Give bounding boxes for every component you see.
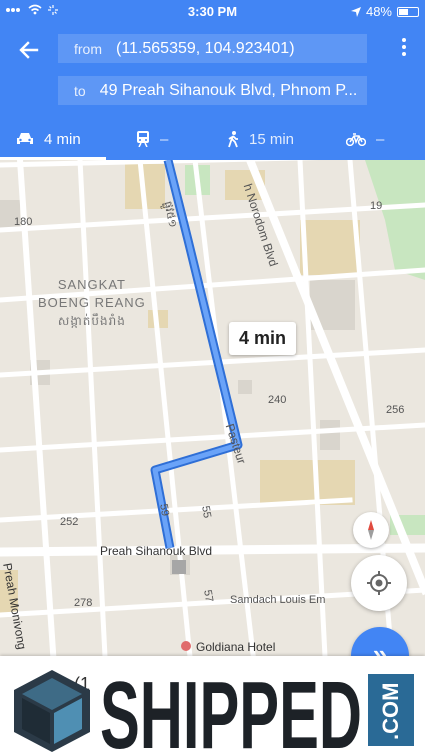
map-number-5: 252 <box>60 516 79 528</box>
crosshair-icon <box>367 571 391 595</box>
transit-time: – <box>160 130 169 148</box>
eta-bubble[interactable]: 4 min <box>229 322 297 355</box>
district-line-2: BOENG REANG <box>38 295 146 310</box>
watermark-brand: SHIPPED <box>100 662 362 756</box>
origin-value: (11.565359, 104.923401) <box>116 39 295 57</box>
car-icon <box>17 133 33 144</box>
destination-value: 49 Preah Sihanouk Blvd, Phnom P... <box>99 81 358 99</box>
map-number-9: 57 <box>201 588 216 604</box>
battery-icon <box>397 6 419 17</box>
compass-icon <box>368 520 374 540</box>
walk-icon <box>228 130 238 147</box>
place-goldiana: Goldiana Hotel <box>196 640 276 654</box>
map-number-8: 278 <box>74 597 93 609</box>
tab-transit[interactable]: – <box>136 118 168 160</box>
status-bar: 3:30 PM 48% <box>0 0 425 22</box>
battery-percent: 48% <box>365 4 392 19</box>
my-location-button[interactable] <box>351 555 407 611</box>
street-sihanouk: Preah Sihanouk Blvd <box>100 544 213 558</box>
district-line-1: SANGKAT <box>57 277 126 292</box>
bike-icon <box>346 133 366 146</box>
origin-field[interactable]: from (11.565359, 104.923401) <box>58 34 367 63</box>
arrow-back-icon <box>19 41 39 59</box>
street-samdach: Samdach Louis Em <box>230 594 326 606</box>
map-number-1: 180 <box>14 216 33 228</box>
map-number-6: 55 <box>199 504 214 520</box>
back-button[interactable] <box>14 36 44 64</box>
drive-time: 4 min <box>44 130 81 148</box>
hotel-pin-icon <box>181 641 191 651</box>
map-number-3: 240 <box>268 394 287 406</box>
compass-button[interactable] <box>353 512 389 548</box>
destination-label: to <box>74 82 86 99</box>
tab-drive[interactable]: 4 min <box>0 118 106 160</box>
map-number-4: 256 <box>386 404 405 416</box>
map-number-2: 19 <box>370 200 383 212</box>
bike-time: – <box>376 130 385 148</box>
train-icon <box>137 131 149 147</box>
map-number-7: 59 <box>157 502 172 518</box>
tab-walk[interactable]: 15 min <box>227 118 294 160</box>
watermark-suffix: .COM <box>378 683 403 740</box>
shipped-logo: SHIPPED .COM <box>14 662 414 756</box>
location-arrow-icon <box>350 6 361 17</box>
more-vert-icon <box>402 38 406 42</box>
origin-label: from <box>74 40 102 57</box>
travel-mode-tabs: 4 min – 15 min – <box>0 118 425 160</box>
directions-header: from (11.565359, 104.923401) to 49 Preah… <box>0 22 425 160</box>
walk-time: 15 min <box>249 130 295 148</box>
tab-bike[interactable]: – <box>346 118 384 160</box>
district-khmer: សង្កាត់បឹងរាំង <box>57 314 126 328</box>
destination-field[interactable]: to 49 Preah Sihanouk Blvd, Phnom P... <box>58 76 367 105</box>
watermark-logo: SHIPPED .COM <box>0 662 425 756</box>
more-options-button[interactable] <box>399 38 409 62</box>
district-label: SANGKAT BOENG REANG សង្កាត់បឹងរាំង <box>38 276 146 330</box>
destination-marker <box>172 560 186 574</box>
